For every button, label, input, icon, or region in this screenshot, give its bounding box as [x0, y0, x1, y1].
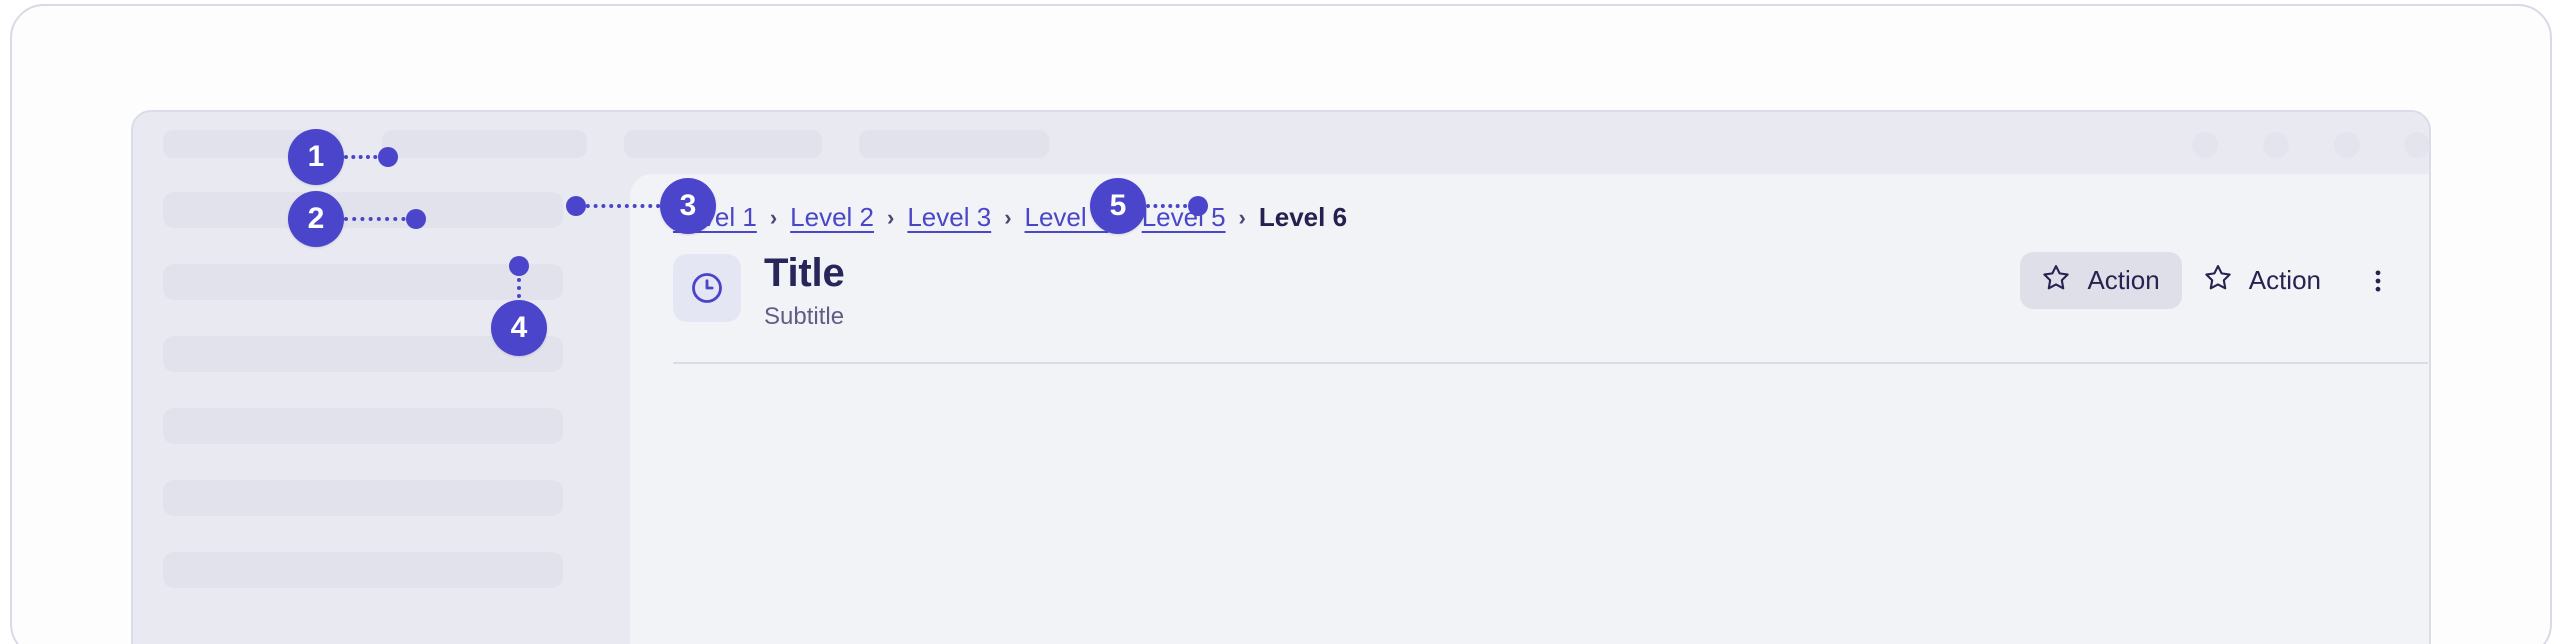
annotation-leader-3 [578, 204, 668, 208]
breadcrumb-separator-icon: › [887, 204, 895, 230]
annotation-anchor-dot-5 [1188, 196, 1208, 216]
kebab-menu-icon[interactable] [2351, 254, 2405, 308]
action-button-secondary[interactable]: Action [2182, 252, 2343, 309]
title-block: Title Subtitle [764, 246, 845, 329]
annotation-marker-label: 1 [307, 140, 325, 173]
annotation-marker-1: 1 [288, 129, 344, 185]
page-title: Title [764, 251, 845, 295]
breadcrumb-separator-icon: › [1238, 204, 1246, 230]
breadcrumb: Level 1 › Level 2 › Level 3 › Level 4 › … [673, 202, 1347, 233]
chrome-placeholder-pill [859, 130, 1049, 158]
annotation-marker-label: 3 [679, 189, 697, 222]
annotation-anchor-dot-4 [509, 256, 529, 276]
breadcrumb-separator-icon: › [1004, 204, 1012, 230]
sidebar-skeleton-row [163, 192, 563, 228]
annotation-anchor-dot-3 [566, 196, 586, 216]
chrome-placeholder-dot [2334, 132, 2360, 158]
screenshot-root: Level 1 › Level 2 › Level 3 › Level 4 › … [0, 0, 2560, 644]
star-icon [2042, 263, 2070, 298]
header-actions: Action Action [2020, 252, 2405, 309]
action-button-label: Action [2087, 265, 2160, 295]
annotation-anchor-dot-1 [378, 147, 398, 167]
app-window: Level 1 › Level 2 › Level 3 › Level 4 › … [131, 110, 2431, 644]
star-icon [2204, 263, 2232, 298]
annotation-marker-5: 5 [1090, 178, 1146, 234]
annotation-marker-4: 4 [491, 300, 547, 356]
sidebar-skeleton-row [163, 408, 563, 444]
chrome-placeholder-dot [2192, 132, 2218, 158]
action-button-primary[interactable]: Action [2020, 252, 2182, 309]
content-panel: Level 1 › Level 2 › Level 3 › Level 4 › … [630, 174, 2429, 644]
action-button-label: Action [2248, 265, 2321, 295]
sidebar-skeleton-row [163, 264, 563, 300]
page-subtitle: Subtitle [764, 302, 845, 330]
annotation-marker-label: 4 [510, 311, 528, 344]
annotation-marker-label: 2 [307, 202, 325, 235]
annotation-marker-label: 5 [1109, 189, 1127, 222]
chrome-placeholder-pill [382, 130, 587, 158]
clock-icon [673, 254, 741, 322]
breadcrumb-item-level-2[interactable]: Level 2 [790, 202, 874, 233]
annotation-anchor-dot-2 [406, 209, 426, 229]
sidebar [133, 174, 630, 644]
sidebar-skeleton-row [163, 552, 563, 588]
page-header: Title Subtitle Action Action [673, 246, 2405, 342]
breadcrumb-item-current: Level 6 [1258, 202, 1348, 232]
sidebar-skeleton-row [163, 480, 563, 516]
breadcrumb-item-level-3[interactable]: Level 3 [907, 202, 991, 233]
annotation-marker-2: 2 [288, 191, 344, 247]
breadcrumb-separator-icon: › [769, 204, 778, 230]
header-identity: Title Subtitle [673, 246, 845, 329]
chrome-placeholder-pill [624, 130, 822, 158]
annotation-marker-3: 3 [660, 178, 716, 234]
header-divider [673, 362, 2428, 364]
chrome-placeholder-dot [2263, 132, 2289, 158]
chrome-placeholder-dot [2404, 132, 2429, 158]
window-chrome [133, 112, 2429, 174]
